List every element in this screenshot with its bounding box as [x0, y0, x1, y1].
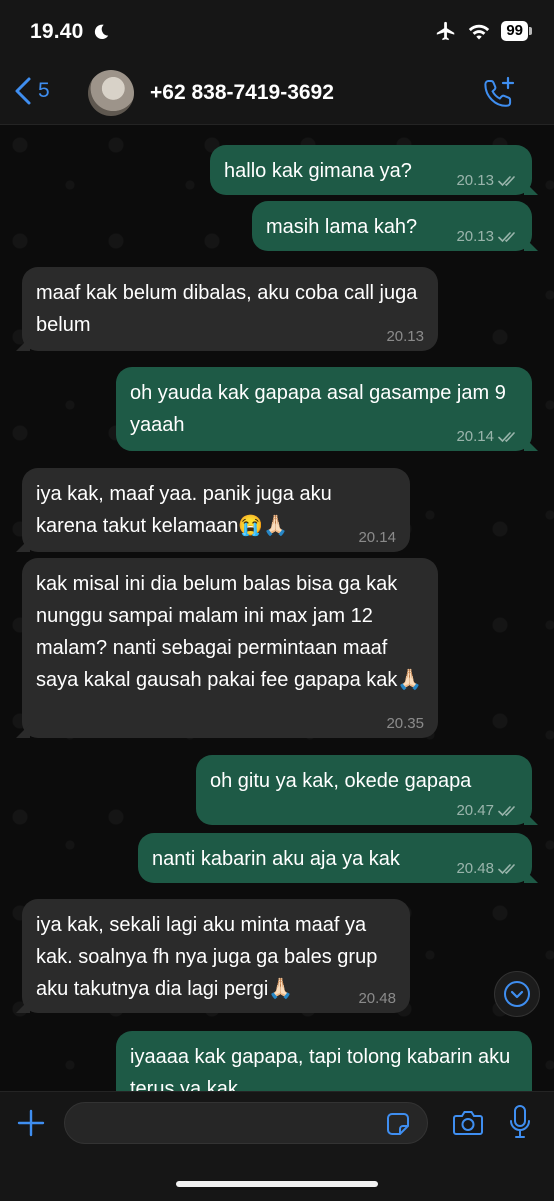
- double-check-icon: [498, 176, 515, 187]
- bubble-tail: [16, 724, 30, 738]
- bubble-tail: [16, 999, 30, 1013]
- sticker-icon[interactable]: [386, 1112, 410, 1136]
- message-bubble-outgoing[interactable]: masih lama kah? 20.13: [252, 201, 538, 251]
- message-bubble-outgoing[interactable]: oh yauda kak gapapa asal gasampe jam 9 y…: [116, 367, 538, 451]
- chevron-left-icon: [15, 77, 31, 105]
- bubble-tail: [16, 337, 30, 351]
- message-bubble-outgoing[interactable]: oh gitu ya kak, okede gapapa 20.47: [196, 755, 538, 825]
- message-time: 20.48: [456, 860, 494, 877]
- message-meta: 20.48: [456, 861, 518, 877]
- back-button[interactable]: 5: [14, 76, 50, 106]
- bubble-tail: [524, 437, 538, 451]
- message-meta: 20.13: [456, 229, 518, 245]
- message-meta: 20.14: [456, 429, 518, 445]
- battery-tip: [529, 27, 532, 35]
- message-input[interactable]: [64, 1102, 428, 1144]
- scroll-down-button[interactable]: [494, 971, 540, 1017]
- bubble-tail: [524, 237, 538, 251]
- double-check-icon: [498, 432, 515, 443]
- contact-name[interactable]: +62 838-7419-3692: [150, 81, 334, 105]
- status-bar: 19.40 99: [0, 0, 554, 64]
- message-bubble-incoming[interactable]: iya kak, sekali lagi aku minta maaf ya k…: [16, 899, 410, 1013]
- message-text: nanti kabarin aku aja ya kak: [152, 848, 400, 870]
- plus-icon[interactable]: [16, 1108, 46, 1138]
- mic-icon[interactable]: [508, 1104, 532, 1140]
- chevron-down-icon: [504, 981, 530, 1007]
- airplane-icon: [437, 21, 455, 41]
- message-text: hallo kak gimana ya?: [224, 160, 412, 182]
- battery-level: 99: [501, 21, 528, 41]
- message-bubble-incoming[interactable]: kak misal ini dia belum balas bisa ga ka…: [16, 558, 438, 738]
- message-text: masih lama kah?: [266, 216, 418, 238]
- message-bubble-outgoing[interactable]: nanti kabarin aku aja ya kak 20.48: [138, 833, 538, 883]
- home-indicator: [176, 1181, 378, 1187]
- message-bubble-incoming[interactable]: iya kak, maaf yaa. panik juga aku karena…: [16, 468, 410, 552]
- bubble-tail: [16, 538, 30, 552]
- message-text: oh yauda kak gapapa asal gasampe jam 9 y…: [130, 382, 506, 436]
- unread-count: 5: [38, 79, 50, 102]
- call-add-icon[interactable]: [482, 76, 516, 110]
- message-time: 20.14: [456, 428, 494, 445]
- message-bubble-outgoing[interactable]: iyaaaa kak gapapa, tapi tolong kabarin a…: [116, 1031, 532, 1091]
- message-bubble-outgoing[interactable]: hallo kak gimana ya? 20.13: [210, 145, 538, 195]
- chat-messages[interactable]: hallo kak gimana ya? 20.13 masih lama ka…: [0, 125, 554, 1091]
- message-meta: 20.48: [358, 991, 396, 1007]
- status-icons: 99: [435, 20, 532, 42]
- bubble-tail: [524, 869, 538, 883]
- moon-icon: [94, 24, 109, 40]
- message-time: 20.47: [456, 802, 494, 819]
- wifi-icon: [469, 24, 490, 40]
- message-text: oh gitu ya kak, okede gapapa: [210, 770, 472, 792]
- message-text: iya kak, sekali lagi aku minta maaf ya k…: [36, 914, 378, 1000]
- avatar[interactable]: [88, 70, 134, 116]
- bubble-tail: [524, 811, 538, 825]
- message-meta: 20.14: [358, 530, 396, 546]
- double-check-icon: [498, 232, 515, 243]
- message-bubble-incoming[interactable]: maaf kak belum dibalas, aku coba call ju…: [16, 267, 438, 351]
- message-meta: 20.13: [386, 329, 424, 345]
- chat-header: 5 +62 838-7419-3692: [0, 64, 554, 125]
- message-text: iyaaaa kak gapapa, tapi tolong kabarin a…: [130, 1046, 511, 1091]
- message-meta: 20.13: [456, 173, 518, 189]
- message-time: 20.13: [386, 328, 424, 345]
- double-check-icon: [498, 864, 515, 875]
- message-text: kak misal ini dia belum balas bisa ga ka…: [36, 573, 423, 691]
- message-time: 20.13: [456, 228, 494, 245]
- message-text: iya kak, maaf yaa. panik juga aku karena…: [36, 483, 332, 537]
- message-time: 20.48: [358, 990, 396, 1007]
- message-text: maaf kak belum dibalas, aku coba call ju…: [36, 282, 418, 336]
- message-meta: 20.47: [456, 803, 518, 819]
- battery-indicator: 99: [501, 21, 532, 41]
- message-meta: 20.35: [386, 716, 424, 732]
- double-check-icon: [498, 806, 515, 817]
- camera-icon[interactable]: [452, 1108, 484, 1138]
- message-time: 20.14: [358, 529, 396, 546]
- bubble-tail: [524, 181, 538, 195]
- message-time: 20.13: [456, 172, 494, 189]
- status-time: 19.40: [30, 20, 84, 43]
- message-time: 20.35: [386, 715, 424, 732]
